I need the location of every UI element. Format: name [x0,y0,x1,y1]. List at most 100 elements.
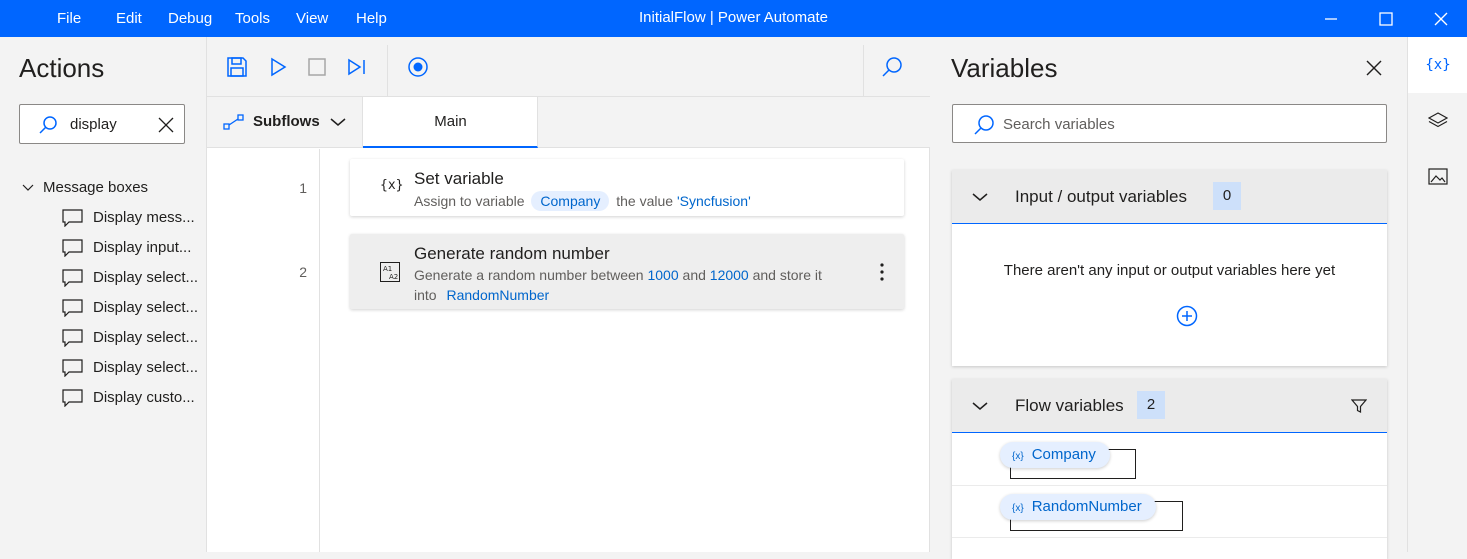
image-icon [1428,168,1448,185]
flow-variable-row[interactable]: {x} RandomNumber [952,486,1387,538]
maximize-button[interactable] [1363,0,1409,37]
minimize-button[interactable] [1308,0,1354,37]
action-item-label: Display input... [93,239,192,256]
flow-designer: Subflows Main 1 2 {x} Set variable Assig… [207,37,930,552]
action-item[interactable]: Display input... [62,237,202,261]
close-window-button[interactable] [1418,0,1464,37]
menu-view[interactable]: View [296,10,328,27]
chevron-down-icon [972,402,988,410]
search-icon [39,116,57,134]
line-number-gutter: 1 2 [207,149,320,552]
action-item-label: Display select... [93,299,199,316]
value-token: 12000 [709,267,749,283]
close-icon[interactable] [1366,60,1382,76]
add-icon[interactable] [1176,305,1198,327]
action-item[interactable]: Display select... [62,297,202,321]
variable-icon: {x} [380,178,404,193]
action-item[interactable]: Display select... [62,267,202,291]
input-output-variables-section: Input / output variables 0 There aren't … [952,170,1387,366]
variable-prefix-icon: {x} [1012,451,1024,462]
subflows-dropdown[interactable]: Subflows [207,97,363,148]
actions-search-input[interactable]: display [19,104,185,144]
action-step-generate-random-number[interactable]: A1 A2 Generate random number Generate a … [350,234,904,309]
section-label: Input / output variables [1015,187,1188,206]
variable-token: RandomNumber [446,287,550,303]
section-header[interactable]: Input / output variables 0 [952,170,1387,224]
variable-name: Company [1031,446,1096,463]
variables-search-placeholder: Search variables [1003,116,1115,133]
variables-rail-button[interactable]: {x} [1408,37,1467,93]
step-desc-text: and store it [752,267,822,283]
step-desc-text: and [682,267,706,283]
ui-elements-rail-button[interactable] [1408,93,1467,149]
stop-button[interactable] [305,55,329,79]
variable-pill-company[interactable]: {x} Company [1000,442,1110,468]
action-item-label: Display mess... [93,209,195,226]
line-number: 2 [299,264,307,280]
tab-main[interactable]: Main [363,97,538,148]
record-button[interactable] [406,55,430,79]
action-item-label: Display select... [93,329,199,346]
save-button[interactable] [225,55,249,79]
step-desc-text: Assign to variable [414,193,525,209]
window-title: InitialFlow | Power Automate [639,9,828,26]
step-title: Generate random number [414,244,610,263]
variable-name: RandomNumber [1031,498,1142,515]
chevron-down-icon [22,184,34,191]
designer-tabs: Subflows Main [207,97,930,148]
menu-tools[interactable]: Tools [235,10,270,27]
menu-edit[interactable]: Edit [116,10,142,27]
search-icon [974,115,994,135]
flow-variable-row[interactable]: {x} Company [952,434,1387,486]
action-item-label: Display select... [93,269,199,286]
play-icon [271,57,287,77]
count-badge: 0 [1213,182,1241,210]
title-bar: File Edit Debug Tools View Help InitialF… [0,0,1467,37]
menu-help[interactable]: Help [356,10,387,27]
message-box-icon [62,269,83,287]
step-desc-text: into [414,287,437,303]
actions-title: Actions [19,53,105,83]
action-item-label: Display custo... [93,389,195,406]
line-number: 1 [299,180,307,196]
tree-group-label: Message boxes [43,179,149,196]
run-button[interactable] [266,55,290,79]
message-box-icon [62,299,83,317]
message-box-icon [62,209,83,227]
stop-icon [308,58,326,76]
step-title: Set variable [414,169,504,188]
maximize-icon [1379,11,1393,26]
message-box-icon [62,359,83,377]
action-step-set-variable[interactable]: {x} Set variable Assign to variable Comp… [350,159,904,216]
images-rail-button[interactable] [1408,149,1467,205]
section-header[interactable]: Flow variables 2 [952,379,1387,433]
clear-icon[interactable] [158,117,174,133]
variable-token: Company [531,191,610,211]
filter-icon[interactable] [1351,398,1367,414]
svg-text:A1: A1 [383,265,392,273]
step-description: Generate a random number between 1000 an… [414,265,864,305]
tab-main-label: Main [434,113,467,130]
value-token: 'Syncfusion' [676,193,751,209]
section-label: Flow variables [1015,396,1124,415]
variable-prefix-icon: {x} [1012,503,1024,514]
variable-pill-randomnumber[interactable]: {x} RandomNumber [1000,494,1156,520]
run-next-action-button[interactable] [345,55,369,79]
variables-search-input[interactable]: Search variables [952,104,1387,143]
action-item[interactable]: Display mess... [62,207,202,231]
subflows-label: Subflows [253,113,320,130]
menu-file[interactable]: File [57,10,81,27]
search-flow-button[interactable] [880,55,904,79]
action-item[interactable]: Display custo... [62,387,202,411]
action-item[interactable]: Display select... [62,357,202,381]
close-icon [1434,12,1448,25]
empty-state-text: There aren't any input or output variabl… [1003,262,1336,279]
step-description: Assign to variable Company the value 'Sy… [414,191,751,211]
message-box-icon [62,329,83,347]
menu-debug[interactable]: Debug [168,10,212,27]
random-number-icon: A1 A2 [380,262,400,282]
more-options-icon[interactable] [879,262,885,282]
right-rail: {x} [1407,37,1467,552]
minimize-icon [1325,17,1337,20]
action-item[interactable]: Display select... [62,327,202,351]
